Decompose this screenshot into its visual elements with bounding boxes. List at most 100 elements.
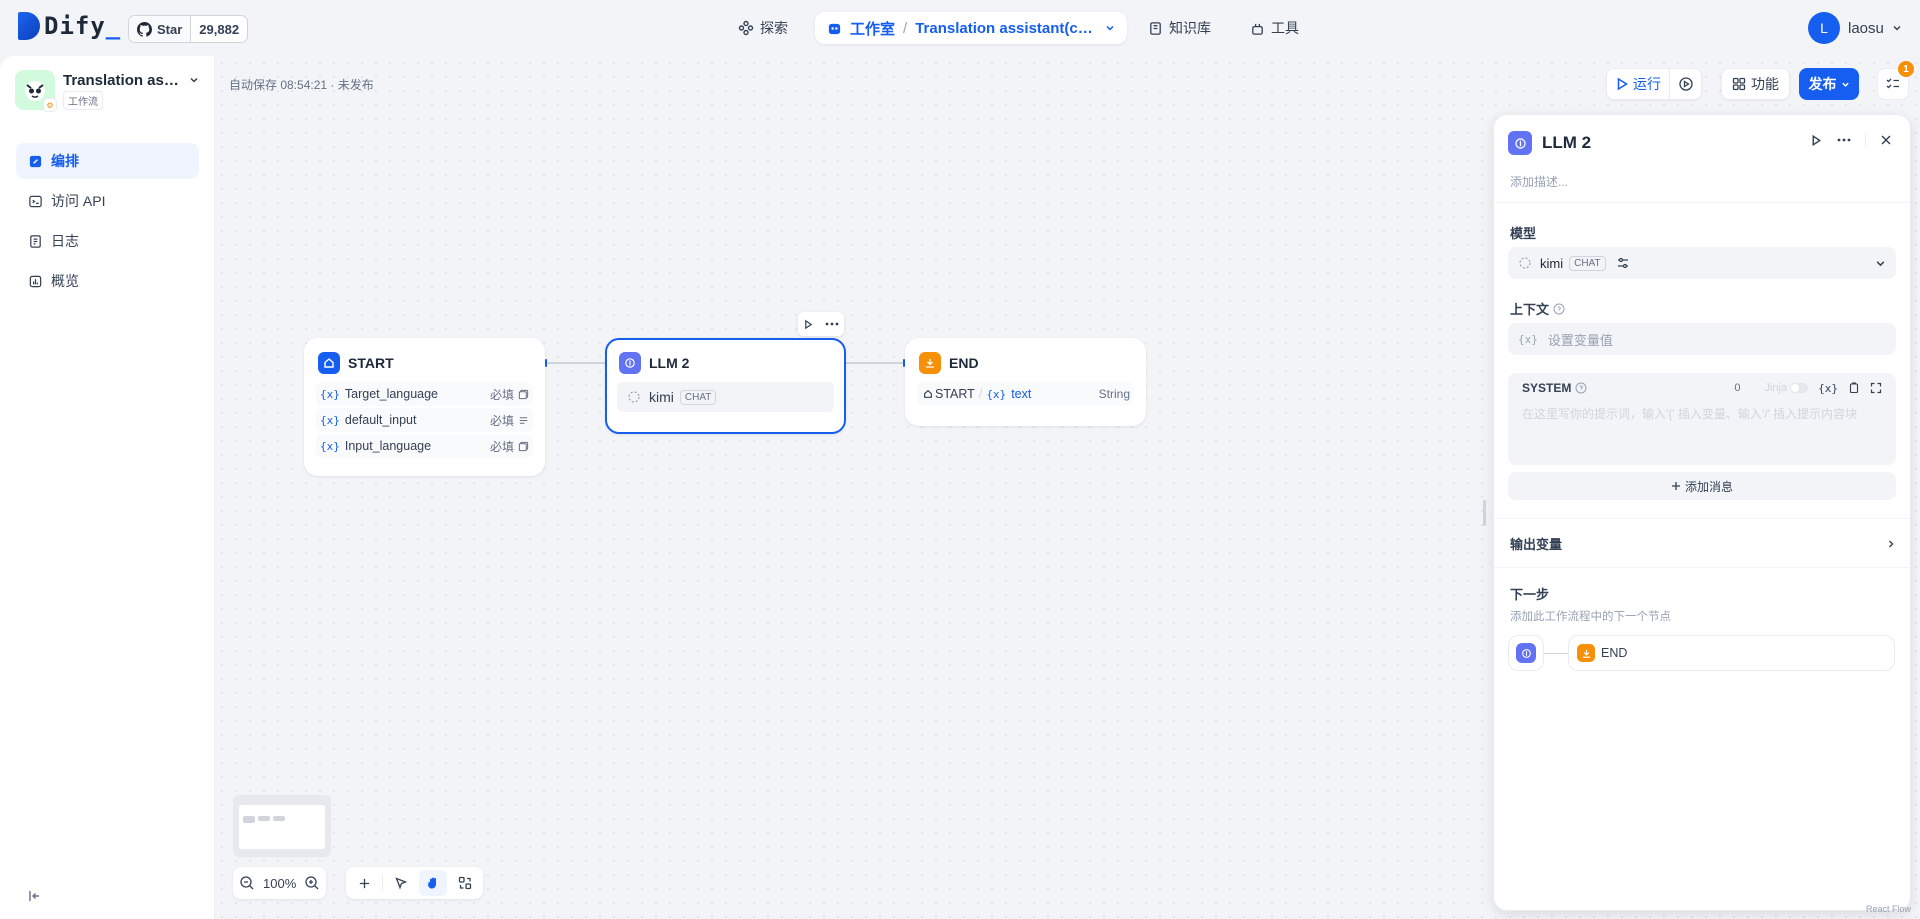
start-var-row: {x} Input_language 必填 bbox=[316, 434, 533, 458]
copy-icon[interactable] bbox=[1848, 382, 1860, 394]
checklist-count-badge: 1 bbox=[1898, 61, 1914, 77]
start-output-handle[interactable] bbox=[545, 359, 547, 367]
autosave-status: 自动保存 08:54:21 · 未发布 bbox=[229, 78, 374, 92]
sidebar-item-orchestrate[interactable]: 编排 bbox=[16, 143, 199, 179]
next-step-description: 添加此工作流程中的下一个节点 bbox=[1510, 611, 1671, 623]
organize-button[interactable] bbox=[451, 870, 479, 896]
top-navbar: Dify _ Star 29,882 探索 工作室 / Translation a… bbox=[0, 0, 1920, 56]
panel-header-tools bbox=[1810, 133, 1892, 147]
nav-tools[interactable]: 工具 bbox=[1250, 12, 1299, 44]
hand-icon bbox=[426, 876, 440, 890]
edit-icon bbox=[28, 154, 43, 169]
chevron-down-icon bbox=[1892, 23, 1902, 33]
pointer-icon bbox=[394, 876, 408, 890]
nav-studio[interactable]: 工作室 / Translation assistant(co... bbox=[815, 12, 1128, 44]
user-menu[interactable]: L laosu bbox=[1808, 12, 1902, 44]
sidebar-item-api[interactable]: 访问 API bbox=[16, 183, 199, 219]
home-icon bbox=[923, 389, 933, 399]
node-start[interactable]: START {x} Target_language 必填 {x} default… bbox=[304, 338, 545, 476]
llm-model-row: kimi CHAT bbox=[617, 382, 834, 412]
hand-mode-button[interactable] bbox=[419, 870, 447, 896]
chevron-down-icon bbox=[1105, 23, 1115, 33]
add-node-button[interactable] bbox=[350, 870, 378, 896]
sidebar-menu: 编排 访问 API 日志 概览 bbox=[16, 143, 199, 303]
bar-chart-icon bbox=[28, 274, 43, 289]
sidebar-item-logs[interactable]: 日志 bbox=[16, 223, 199, 259]
book-icon bbox=[1148, 21, 1163, 36]
avatar: L bbox=[1808, 12, 1840, 44]
text-input-icon bbox=[518, 389, 529, 400]
edge-start-llm[interactable] bbox=[545, 362, 605, 364]
current-app-selector[interactable]: Translation assistant(co... bbox=[915, 20, 1097, 37]
zoom-controls: 100% bbox=[233, 867, 327, 899]
node-title: END bbox=[949, 355, 979, 371]
chevron-down-icon bbox=[1841, 80, 1850, 89]
help-icon[interactable] bbox=[1575, 382, 1587, 394]
start-var-row: {x} default_input 必填 bbox=[316, 408, 533, 432]
help-icon[interactable] bbox=[1553, 303, 1565, 315]
zoom-in-icon[interactable] bbox=[304, 875, 320, 891]
paragraph-icon bbox=[518, 415, 529, 426]
run-toolbar: 运行 bbox=[1606, 68, 1702, 100]
features-button[interactable]: 功能 bbox=[1721, 68, 1790, 100]
start-var-row: {x} Target_language 必填 bbox=[316, 382, 533, 406]
zoom-out-icon[interactable] bbox=[239, 875, 255, 891]
play-icon bbox=[1615, 77, 1629, 91]
dify-logo[interactable]: Dify _ bbox=[18, 12, 121, 40]
checklist-button[interactable]: 1 bbox=[1877, 61, 1914, 100]
text-input-icon bbox=[518, 441, 529, 452]
current-node-icon-box bbox=[1508, 635, 1544, 671]
node-llm[interactable]: LLM 2 kimi CHAT bbox=[605, 338, 846, 434]
model-icon bbox=[627, 390, 641, 404]
sidebar-item-overview[interactable]: 概览 bbox=[16, 263, 199, 299]
model-selector[interactable]: kimi CHAT bbox=[1508, 247, 1896, 279]
end-var-row: START / {x} text String bbox=[917, 382, 1134, 406]
publish-button[interactable]: 发布 bbox=[1799, 68, 1859, 100]
zoom-level[interactable]: 100% bbox=[263, 876, 296, 891]
expand-icon[interactable] bbox=[1870, 382, 1882, 394]
robot-icon bbox=[827, 21, 842, 36]
jinja-toggle[interactable] bbox=[1790, 383, 1809, 393]
panel-resize-handle[interactable] bbox=[1483, 500, 1486, 526]
more-icon[interactable] bbox=[825, 322, 839, 326]
insert-variable-icon[interactable]: {x} bbox=[1818, 382, 1838, 395]
run-history-button[interactable] bbox=[1670, 69, 1701, 99]
app-type-tag: 工作流 bbox=[63, 91, 103, 110]
app-name: Translation assis... bbox=[63, 72, 185, 89]
run-node-icon[interactable] bbox=[1810, 134, 1823, 147]
pointer-mode-button[interactable] bbox=[387, 870, 415, 896]
chevron-down-icon bbox=[189, 75, 199, 85]
output-variables-toggle[interactable]: 输出变量 bbox=[1510, 534, 1896, 553]
run-node-icon[interactable] bbox=[803, 319, 814, 330]
app-info[interactable]: ⚙ Translation assis... 工作流 bbox=[15, 70, 200, 112]
github-star-count: 29,882 bbox=[199, 21, 240, 37]
node-title: LLM 2 bbox=[649, 355, 690, 371]
collapse-sidebar-icon[interactable] bbox=[27, 888, 43, 904]
minimap[interactable] bbox=[233, 795, 331, 857]
edge-llm-end[interactable] bbox=[846, 362, 905, 364]
node-toolbar bbox=[798, 312, 844, 336]
layout-icon bbox=[458, 876, 472, 890]
nav-studio-label: 工作室 bbox=[850, 20, 896, 38]
github-star-button[interactable]: Star 29,882 bbox=[128, 15, 249, 43]
system-prompt-editor[interactable]: SYSTEM 0 Jinja {x} 在这里写你的提示词，输入'{' 插入变量、… bbox=[1508, 373, 1896, 465]
context-label-row: 上下文 bbox=[1510, 299, 1565, 318]
add-message-button[interactable]: 添加消息 bbox=[1508, 472, 1896, 500]
context-variable-selector[interactable]: {x} 设置变量值 bbox=[1508, 323, 1896, 355]
run-button[interactable]: 运行 bbox=[1607, 69, 1670, 99]
more-icon[interactable] bbox=[1837, 138, 1851, 142]
github-icon bbox=[137, 21, 152, 37]
user-name: laosu bbox=[1848, 19, 1884, 37]
nav-knowledge[interactable]: 知识库 bbox=[1148, 12, 1211, 44]
panel-title[interactable]: LLM 2 bbox=[1542, 133, 1591, 153]
settings-sliders-icon[interactable] bbox=[1616, 256, 1630, 270]
close-icon[interactable] bbox=[1880, 134, 1892, 146]
app-icon: ⚙ bbox=[15, 70, 57, 112]
description-input[interactable]: 添加描述... bbox=[1510, 173, 1568, 190]
app-sidebar: ⚙ Translation assis... 工作流 编排 访问 API 日志 … bbox=[0, 56, 215, 919]
token-count: 0 bbox=[1734, 382, 1741, 394]
next-node-end[interactable]: END bbox=[1568, 635, 1895, 671]
react-flow-attribution[interactable]: React Flow bbox=[1866, 904, 1911, 914]
nav-explore[interactable]: 探索 bbox=[738, 12, 788, 44]
node-end[interactable]: END START / {x} text String bbox=[905, 338, 1146, 426]
